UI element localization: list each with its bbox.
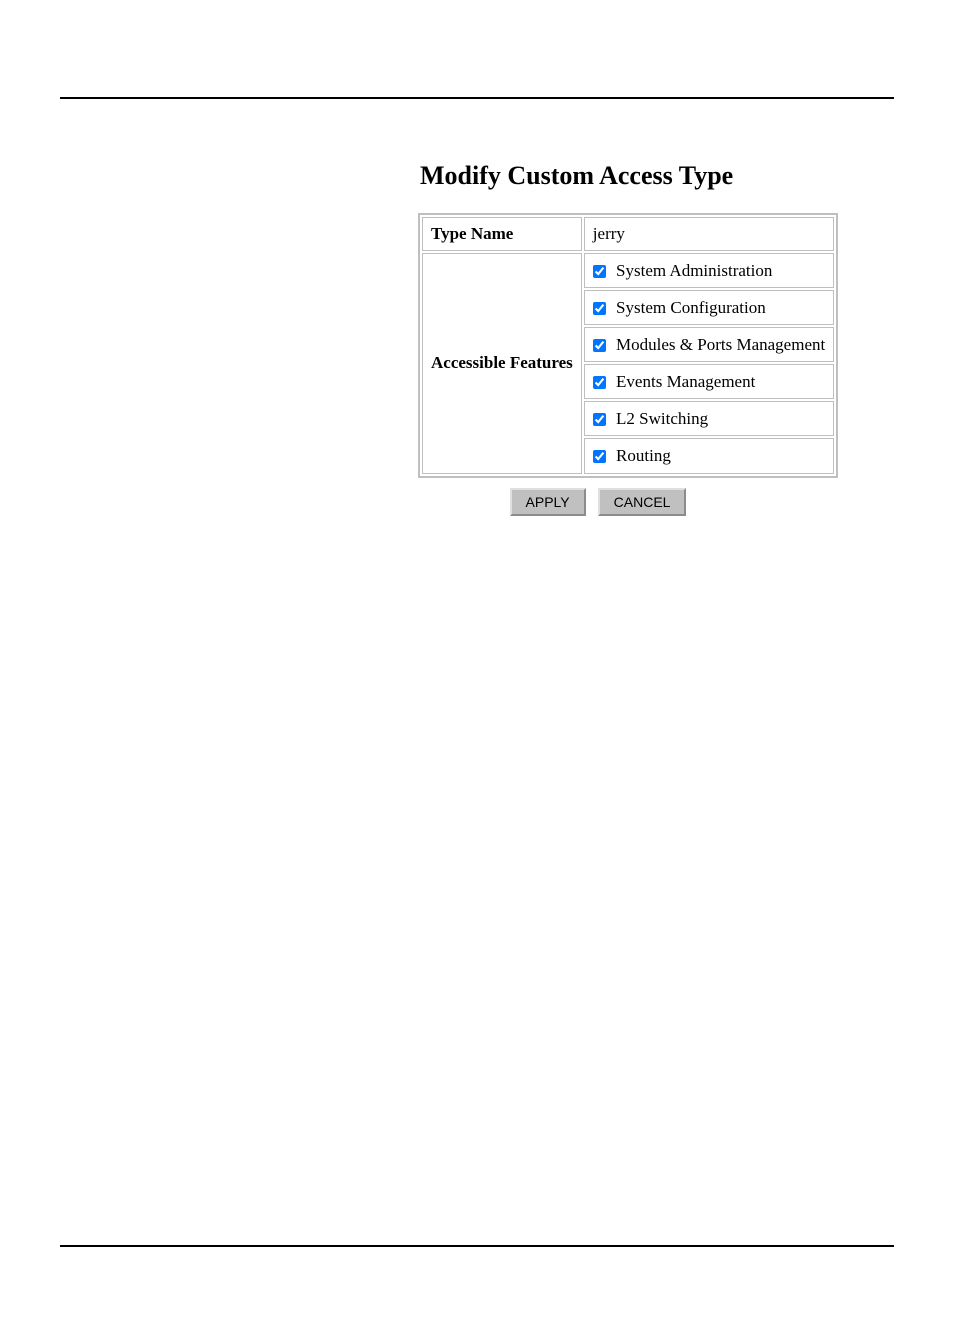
- feature-label: System Configuration: [616, 298, 766, 317]
- accessible-features-label: Accessible Features: [422, 253, 582, 474]
- feature-label: System Administration: [616, 261, 772, 280]
- page-title: Modify Custom Access Type: [420, 161, 894, 191]
- type-name-label: Type Name: [422, 217, 582, 251]
- feature-label: Modules & Ports Management: [616, 335, 825, 354]
- feature-checkbox-events-management[interactable]: [593, 376, 606, 389]
- access-type-table: Type Name jerry Accessible Features Syst…: [418, 213, 838, 478]
- cancel-button[interactable]: CANCEL: [598, 488, 687, 516]
- apply-button[interactable]: APPLY: [510, 488, 586, 516]
- feature-checkbox-system-administration[interactable]: [593, 265, 606, 278]
- footer-divider: [60, 1245, 894, 1247]
- feature-label: L2 Switching: [616, 409, 708, 428]
- feature-checkbox-system-configuration[interactable]: [593, 302, 606, 315]
- feature-label: Events Management: [616, 372, 755, 391]
- feature-checkbox-routing[interactable]: [593, 450, 606, 463]
- header-divider: [60, 97, 894, 99]
- feature-label: Routing: [616, 447, 671, 466]
- feature-checkbox-l2-switching[interactable]: [593, 413, 606, 426]
- feature-checkbox-modules-ports[interactable]: [593, 339, 606, 352]
- type-name-value: jerry: [584, 217, 834, 251]
